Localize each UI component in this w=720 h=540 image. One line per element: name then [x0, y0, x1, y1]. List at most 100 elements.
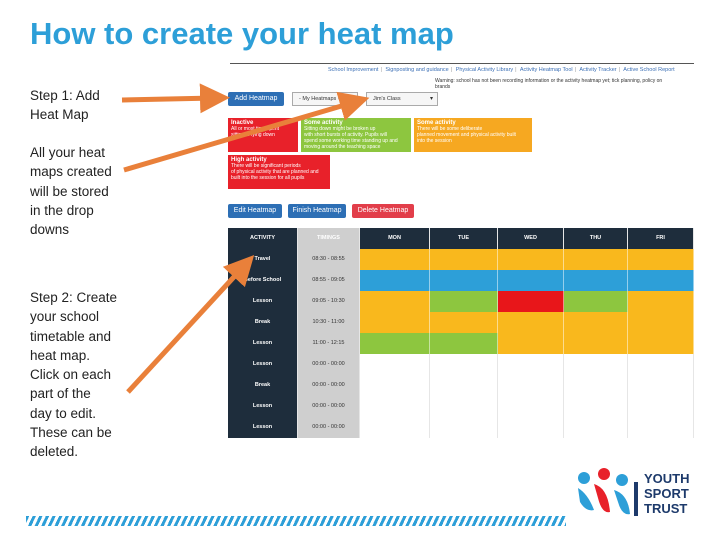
heat-cell[interactable] [430, 333, 498, 354]
finish-heatmap-button[interactable]: Finish Heatmap [288, 204, 346, 218]
heat-cell[interactable] [628, 291, 694, 312]
heat-cell[interactable] [430, 249, 498, 270]
nav-link[interactable]: Activity Heatmap Tool [520, 67, 573, 73]
heat-cell[interactable] [628, 417, 694, 438]
table-row: Lesson 09:05 - 10:30 [228, 291, 694, 312]
heat-cell[interactable] [360, 354, 430, 375]
step2-line: Click on each [30, 367, 112, 383]
heat-cell[interactable] [628, 270, 694, 291]
heat-cell[interactable] [564, 396, 628, 417]
heat-cell[interactable] [628, 354, 694, 375]
timing-cell[interactable]: 00:00 - 00:00 [298, 354, 360, 375]
activity-cell[interactable]: Travel [228, 249, 298, 270]
add-heatmap-button[interactable]: Add Heatmap [228, 92, 284, 106]
chevron-down-icon: ▾ [349, 96, 353, 102]
nav-links: School Improvement | Signposting and guid… [328, 67, 675, 73]
activity-cell[interactable]: Lesson [228, 396, 298, 417]
class-select[interactable]: Jim's Class ▾ [366, 92, 438, 106]
heat-cell[interactable] [360, 291, 430, 312]
heat-cell[interactable] [430, 291, 498, 312]
heat-cell[interactable] [564, 312, 628, 333]
heat-cell[interactable] [628, 375, 694, 396]
table-row: Lesson 00:00 - 00:00 [228, 396, 694, 417]
activity-cell[interactable]: Lesson [228, 417, 298, 438]
nav-link[interactable]: School Improvement [328, 67, 378, 73]
heat-cell[interactable] [430, 312, 498, 333]
heat-cell[interactable] [628, 333, 694, 354]
note-text: All your heat maps created will be store… [30, 143, 112, 239]
step1-text: Step 1: Add Heat Map [30, 86, 100, 125]
delete-heatmap-button[interactable]: Delete Heatmap [352, 204, 414, 218]
activity-cell[interactable]: Break [228, 312, 298, 333]
nav-link[interactable]: Active School Report [623, 67, 674, 73]
timing-cell[interactable]: 09:05 - 10:30 [298, 291, 360, 312]
timing-cell[interactable]: 11:00 - 12:15 [298, 333, 360, 354]
heat-cell[interactable] [430, 270, 498, 291]
legend-inactive: Inactive All or most time spent sitting … [228, 118, 298, 152]
step2-line: part of the [30, 386, 91, 402]
heat-cell[interactable] [360, 270, 430, 291]
nav-link[interactable]: Signposting and guidance [385, 67, 448, 73]
nav-link[interactable]: Activity Tracker [579, 67, 616, 73]
heat-cell[interactable] [564, 291, 628, 312]
step2-line: your school [30, 309, 100, 325]
heat-cell[interactable] [498, 249, 564, 270]
decorative-stripe [26, 516, 566, 526]
column-header: TIMINGS [298, 228, 360, 249]
heat-cell[interactable] [564, 270, 628, 291]
activity-cell[interactable]: Lesson [228, 333, 298, 354]
heat-cell[interactable] [498, 417, 564, 438]
activity-cell[interactable]: Lesson [228, 291, 298, 312]
timing-cell[interactable]: 00:00 - 00:00 [298, 375, 360, 396]
heat-cell[interactable] [498, 270, 564, 291]
timing-cell[interactable]: 08:30 - 08:55 [298, 249, 360, 270]
table-row: Lesson 00:00 - 00:00 [228, 354, 694, 375]
arrow-step1 [121, 83, 230, 114]
table-row: Lesson 11:00 - 12:15 [228, 333, 694, 354]
heat-cell[interactable] [360, 417, 430, 438]
note-line: in the drop [30, 202, 94, 218]
heat-cell[interactable] [360, 333, 430, 354]
heat-cell[interactable] [430, 375, 498, 396]
heat-cell[interactable] [564, 354, 628, 375]
heat-cell[interactable] [498, 354, 564, 375]
table-row: Lesson 00:00 - 00:00 [228, 417, 694, 438]
legend-some-activity-green: Some activity Sitting down might be brok… [301, 118, 411, 152]
heat-cell[interactable] [430, 354, 498, 375]
table-row: Travel 08:30 - 08:55 [228, 249, 694, 270]
heat-cell[interactable] [498, 333, 564, 354]
heat-cell[interactable] [430, 417, 498, 438]
column-header: THU [564, 228, 628, 249]
heat-cell[interactable] [628, 396, 694, 417]
step2-line: Step 2: Create [30, 290, 118, 305]
nav-link[interactable]: Physical Activity Library [456, 67, 513, 73]
activity-cell[interactable]: Lesson [228, 354, 298, 375]
column-header: WED [498, 228, 564, 249]
timing-cell[interactable]: 00:00 - 00:00 [298, 396, 360, 417]
heat-cell[interactable] [360, 312, 430, 333]
heat-cell[interactable] [360, 249, 430, 270]
activity-cell[interactable]: Break [228, 375, 298, 396]
heat-cell[interactable] [564, 333, 628, 354]
heat-cell[interactable] [498, 375, 564, 396]
heat-cell[interactable] [498, 312, 564, 333]
timing-cell[interactable]: 08:55 - 09:05 [298, 270, 360, 291]
heat-cell[interactable] [430, 396, 498, 417]
timing-cell[interactable]: 10:30 - 11:00 [298, 312, 360, 333]
heat-cell[interactable] [498, 396, 564, 417]
activity-cell[interactable]: Before School [228, 270, 298, 291]
heatmap-select[interactable]: - My Heatmaps - ▾ [292, 92, 358, 106]
heat-cell[interactable] [628, 312, 694, 333]
heat-cell[interactable] [498, 291, 564, 312]
timing-cell[interactable]: 00:00 - 00:00 [298, 417, 360, 438]
heat-cell[interactable] [564, 375, 628, 396]
heat-cell[interactable] [360, 396, 430, 417]
note-line: will be stored [30, 183, 109, 199]
note-line: downs [30, 222, 70, 238]
heat-cell[interactable] [564, 417, 628, 438]
heat-cell[interactable] [564, 249, 628, 270]
arrow-step2 [126, 254, 255, 394]
heat-cell[interactable] [360, 375, 430, 396]
heat-cell[interactable] [628, 249, 694, 270]
edit-heatmap-button[interactable]: Edit Heatmap [228, 204, 282, 218]
